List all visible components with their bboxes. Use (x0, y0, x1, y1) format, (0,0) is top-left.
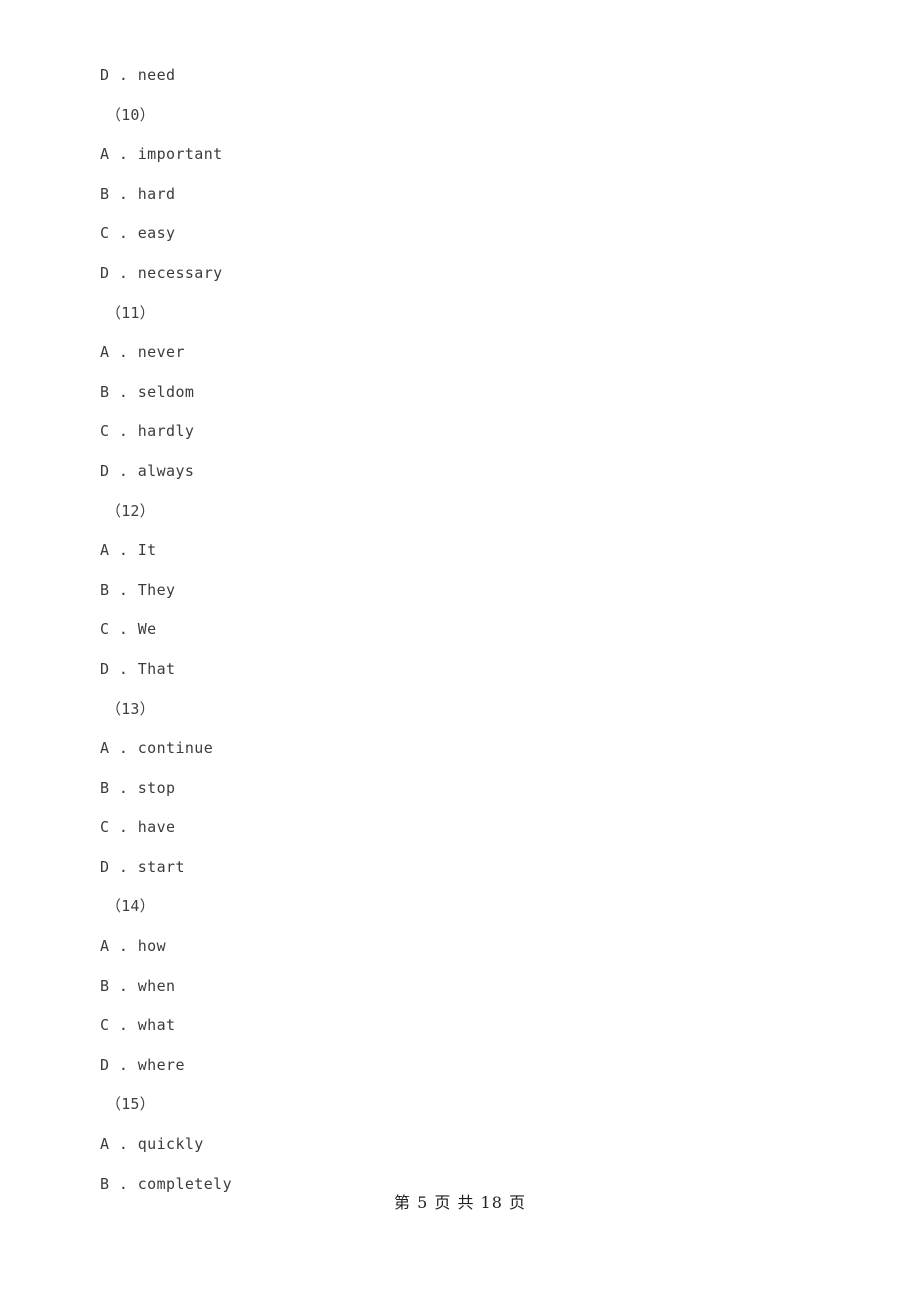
option-line: B . They (100, 580, 176, 599)
option-line: C . hardly (100, 422, 195, 441)
question-list: D . need （10） A . important B . hard C .… (100, 56, 820, 1204)
question-number: （15） (106, 1095, 155, 1114)
option-line: A . never (100, 343, 185, 362)
option-line: A . how (100, 937, 167, 956)
option-line: A . continue (100, 739, 214, 758)
option-line: B . stop (100, 778, 176, 797)
option-line: B . when (100, 976, 176, 995)
question-number: （14） (106, 897, 155, 916)
option-line: B . hard (100, 184, 176, 203)
option-line: D . necessary (100, 263, 223, 282)
question-number: （12） (106, 501, 155, 520)
question-number: （11） (106, 303, 155, 322)
option-line: D . That (100, 659, 176, 678)
option-line: C . easy (100, 224, 176, 243)
page-footer: 第 5 页 共 18 页 (394, 1193, 526, 1212)
option-line: C . We (100, 620, 157, 639)
option-line: D . always (100, 461, 195, 480)
option-line: D . where (100, 1055, 185, 1074)
option-line: A . quickly (100, 1135, 204, 1154)
option-line: D . need (100, 66, 176, 84)
option-line: C . have (100, 818, 176, 837)
question-number: （13） (106, 699, 155, 718)
option-line: C . what (100, 1016, 176, 1035)
question-number: （10） (106, 105, 155, 124)
option-line: A . important (100, 145, 223, 164)
option-line: D . start (100, 857, 185, 876)
option-line: B . seldom (100, 382, 195, 401)
option-line: A . It (100, 541, 157, 560)
document-page: D . need （10） A . important B . hard C .… (0, 0, 920, 1302)
